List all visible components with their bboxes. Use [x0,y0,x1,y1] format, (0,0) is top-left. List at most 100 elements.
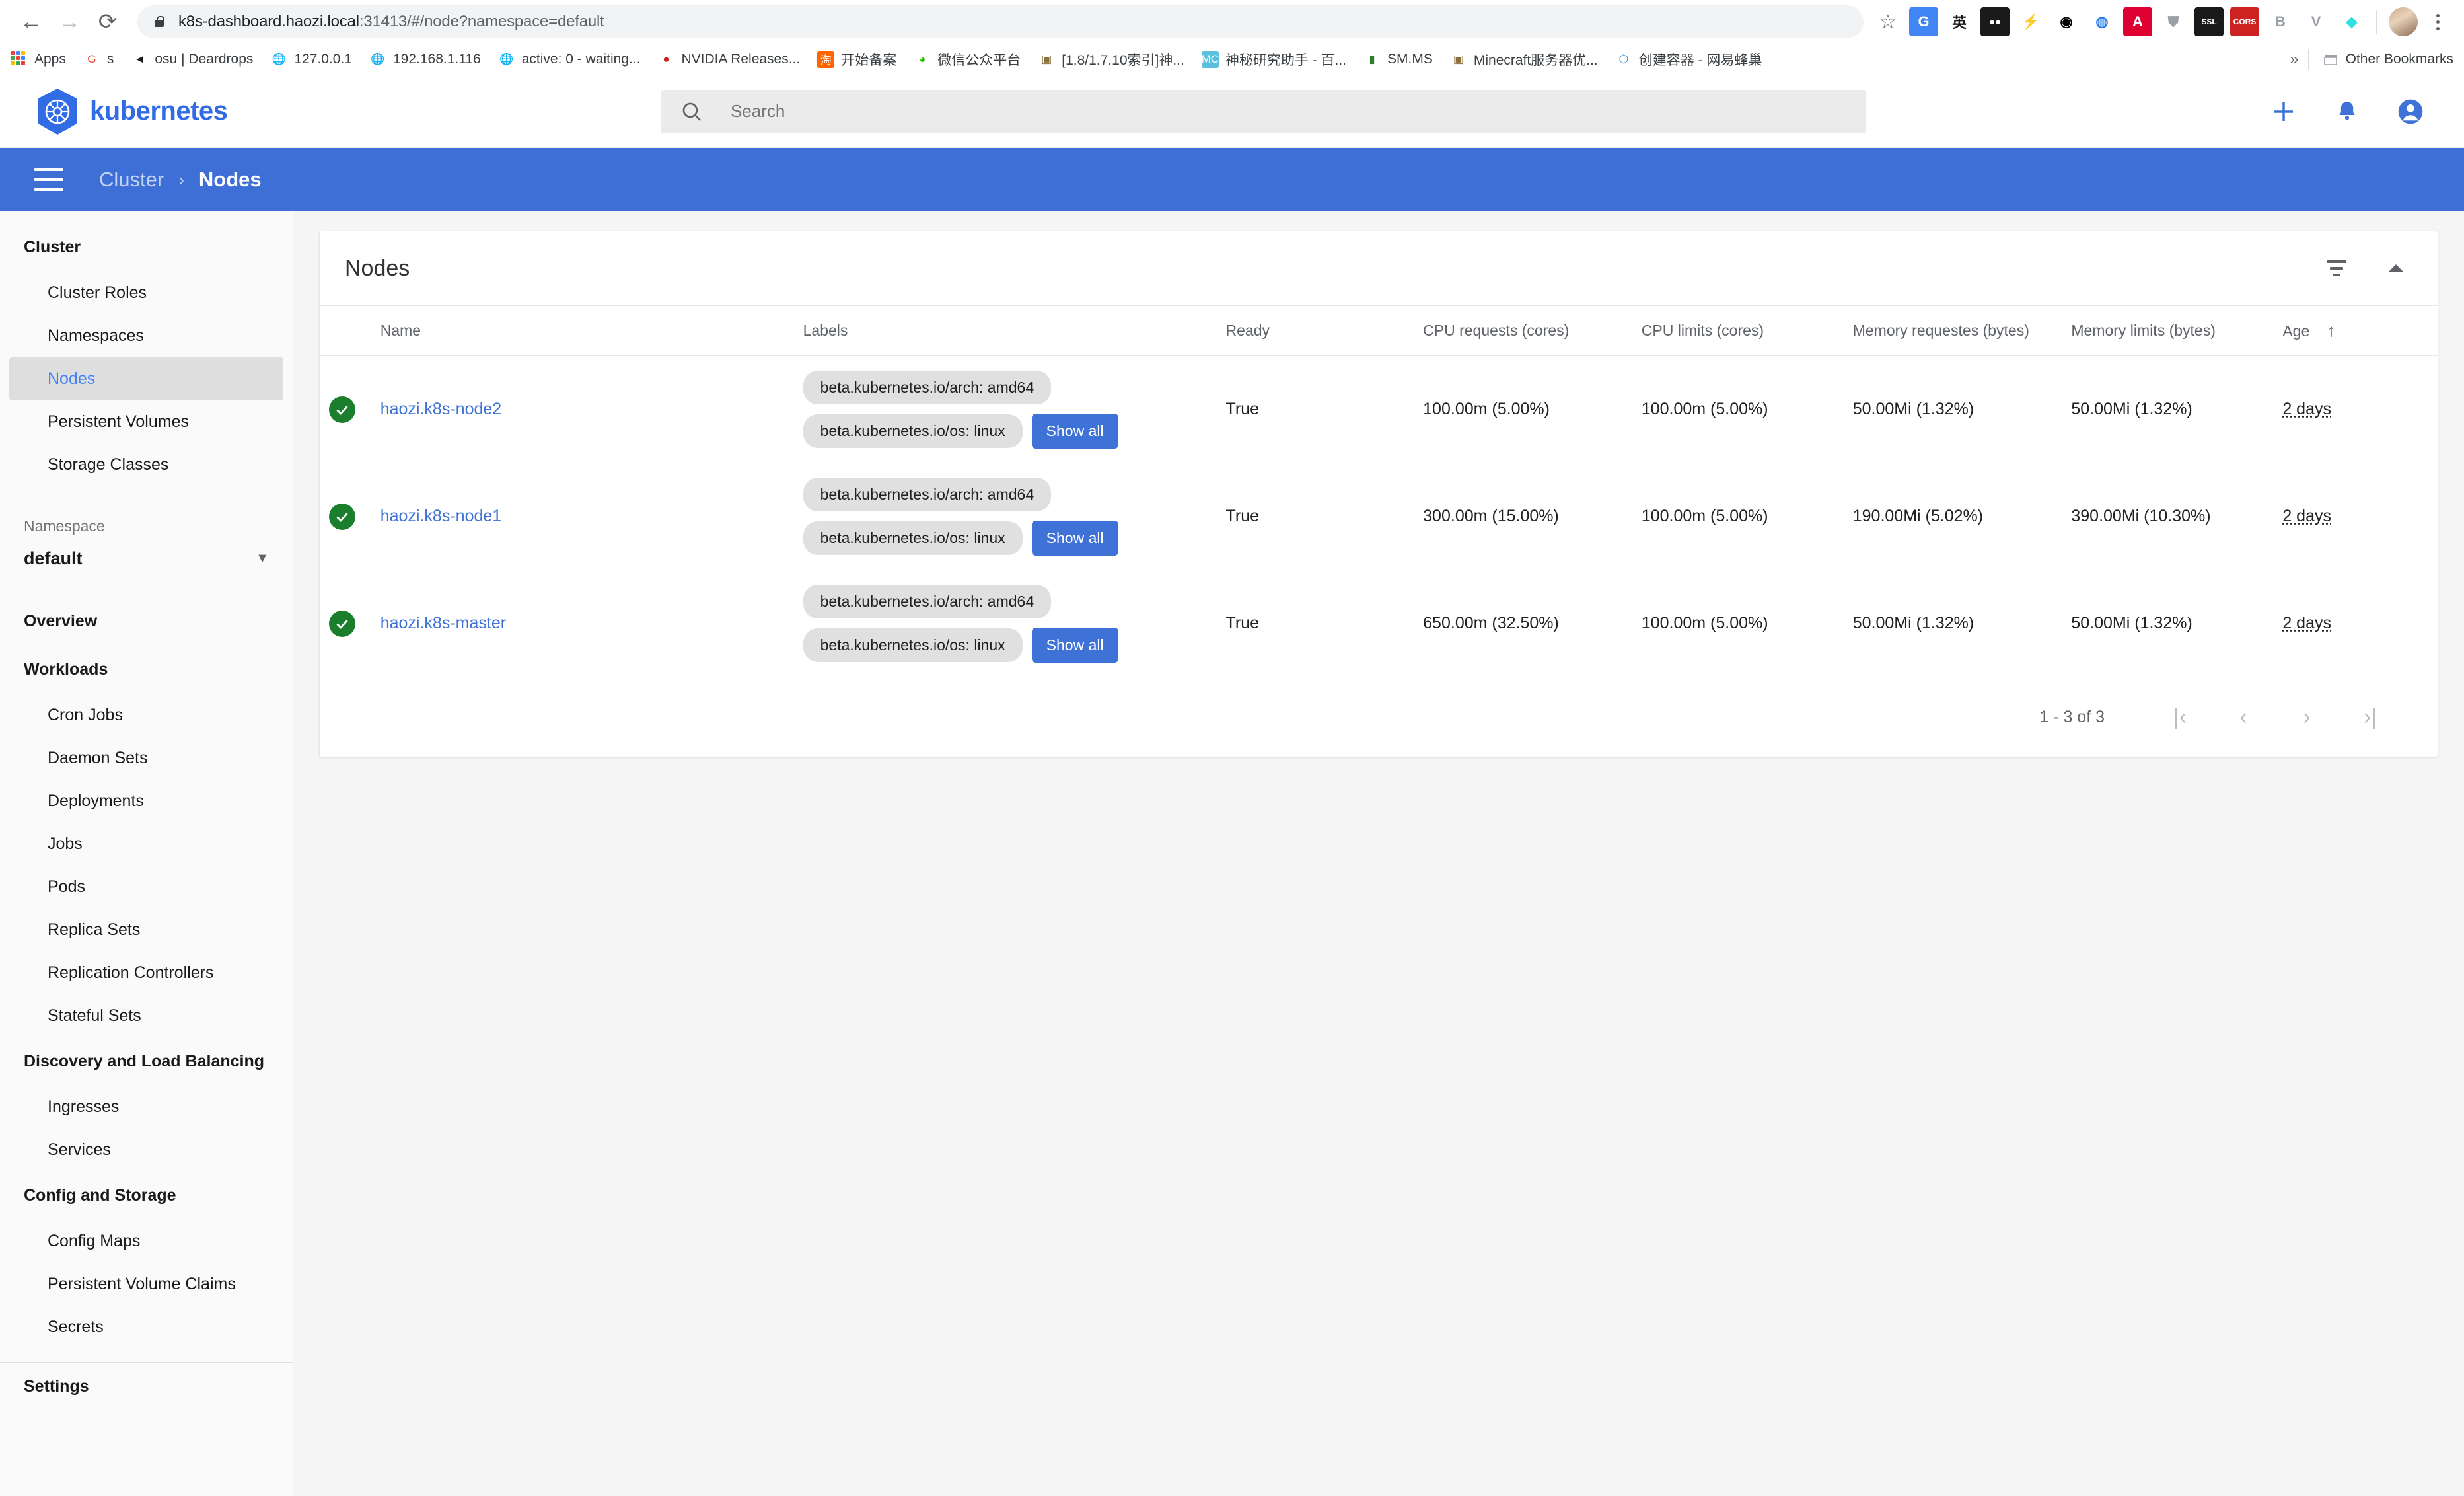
label-chip: beta.kubernetes.io/arch: amd64 [803,584,1052,618]
sidebar-item-persistent-volume-claims[interactable]: Persistent Volume Claims [9,1263,283,1306]
filter-icon[interactable] [2325,258,2348,278]
account-icon[interactable] [2395,96,2426,127]
bookmark-item[interactable]: MC 神秘研究助手 - 百... [1201,50,1346,69]
bookmark-item[interactable]: ▣ [1.8/1.7.10索引]神... [1038,50,1184,69]
bookmark-item[interactable]: 🌐 active: 0 - waiting... [498,51,640,68]
sidebar-item-ingresses[interactable]: Ingresses [9,1086,283,1129]
bookmark-item[interactable]: 🌐 127.0.0.1 [270,51,352,68]
sidebar-item-storage-classes[interactable]: Storage Classes [9,443,283,486]
column-cpu-limits[interactable]: CPU limits (cores) [1641,305,1853,356]
notifications-bell-icon[interactable] [2332,96,2362,127]
menu-toggle-icon[interactable] [34,168,63,191]
prev-page-button[interactable]: ‹ [2212,697,2275,737]
search-input[interactable] [731,101,1846,122]
bookmark-item[interactable]: ◕ 微信公众平台 [914,50,1021,69]
sidebar-item-replication-controllers[interactable]: Replication Controllers [9,952,283,994]
bookmark-item[interactable]: Apps [11,50,66,68]
table-row[interactable]: haozi.k8s-node1 beta.kubernetes.io/arch: … [320,463,2438,570]
google-translate-extension[interactable]: G [1909,7,1938,36]
sidebar-item-services[interactable]: Services [9,1129,283,1172]
sidebar-item-namespaces[interactable]: Namespaces [9,315,283,357]
status-ok-icon [329,503,355,530]
english-helper-extension[interactable]: 英 [1945,7,1974,36]
black-ring-extension[interactable]: ◉ [2052,7,2081,36]
vue-devtools-extension[interactable]: V [2301,7,2331,36]
column-memory-limits[interactable]: Memory limits (bytes) [2071,305,2283,356]
node-name-cell: haozi.k8s-node2 [380,355,803,463]
node-name-link[interactable]: haozi.k8s-node1 [380,507,501,525]
table-row[interactable]: haozi.k8s-node2 beta.kubernetes.io/arch: … [320,355,2438,463]
bookmark-star-icon[interactable]: ☆ [1870,4,1906,40]
last-page-button[interactable]: ›| [2338,697,2402,737]
bookmark-label: SM.MS [1387,51,1433,67]
column-memory-requests[interactable]: Memory requestes (bytes) [1852,305,2072,356]
chrome-menu-button[interactable] [2423,6,2452,38]
bitwarden-extension[interactable]: B [2266,7,2295,36]
sidebar-item-replica-sets[interactable]: Replica Sets [9,909,283,952]
cyan-diamond-extension[interactable]: ◆ [2337,7,2366,36]
forward-button[interactable]: → [50,3,89,41]
reload-button[interactable]: ⟳ [89,3,127,41]
sidebar-item-daemon-sets[interactable]: Daemon Sets [9,737,283,780]
create-button[interactable] [2268,96,2299,127]
bookmark-item[interactable]: ⬡ 创建容器 - 网易蜂巢 [1615,50,1762,69]
sidebar-item-stateful-sets[interactable]: Stateful Sets [9,994,283,1037]
show-all-button[interactable]: Show all [1031,520,1118,556]
namespace-label: Namespace [24,517,105,535]
bookmark-item[interactable]: ● NVIDIA Releases... [658,51,800,68]
global-search[interactable] [661,89,1866,133]
caret-up-icon[interactable] [2386,262,2406,275]
sidebar-item-cluster-roles[interactable]: Cluster Roles [9,272,283,315]
next-page-button[interactable]: › [2275,697,2338,737]
label-chip: beta.kubernetes.io/os: linux [803,414,1023,448]
column-age[interactable]: Age ↑ [2282,305,2438,356]
column-cpu-requests[interactable]: CPU requests (cores) [1423,305,1642,356]
bookmark-item[interactable]: ▣ Minecraft服务器优... [1450,50,1598,69]
nodes-table: Name Labels Ready CPU requests (cores) C… [320,305,2438,677]
node-name-link[interactable]: haozi.k8s-master [380,614,506,632]
angular-extension[interactable]: A [2123,7,2152,36]
lightning-extension[interactable]: ⚡ [2016,7,2045,36]
cors-extension[interactable]: CORS [2230,7,2259,36]
column-labels[interactable]: Labels [803,305,1226,356]
node-labels-cell: beta.kubernetes.io/arch: amd64 beta.kuber… [803,570,1226,677]
sidebar-item-nodes[interactable]: Nodes [9,357,283,400]
sidebar-item-deployments[interactable]: Deployments [9,780,283,823]
sidebar-item-settings[interactable]: Settings [0,1363,293,1411]
privacy-lock-extension[interactable]: ◍ [2087,7,2117,36]
ssl-off-extension[interactable]: SSL [2194,7,2224,36]
table-row[interactable]: haozi.k8s-master beta.kubernetes.io/arch:… [320,570,2438,677]
sidebar-item-overview[interactable]: Overview [0,597,293,646]
first-page-button[interactable]: |‹ [2148,697,2212,737]
show-all-button[interactable]: Show all [1031,413,1118,449]
column-ready[interactable]: Ready [1225,305,1424,356]
show-all-button[interactable]: Show all [1031,627,1118,663]
profile-avatar[interactable] [2389,7,2418,36]
bookmark-item[interactable]: 🌐 192.168.1.116 [369,51,480,68]
node-name-link[interactable]: haozi.k8s-node2 [380,400,501,418]
bookmark-item[interactable]: 淘开始备案 [817,50,896,69]
bookmark-item[interactable]: ▮ SM.MS [1363,51,1433,68]
back-button[interactable]: ← [12,3,50,41]
kubernetes-logo[interactable]: kubernetes [26,87,661,136]
sidebar-item-pods[interactable]: Pods [9,866,283,909]
sidebar-item-persistent-volumes[interactable]: Persistent Volumes [9,400,283,443]
label-row: beta.kubernetes.io/arch: amd64 [803,584,1052,618]
more-bookmarks-button[interactable]: » [2290,50,2298,69]
panda-extension[interactable]: ●● [1980,7,2010,36]
sidebar-item-jobs[interactable]: Jobs [9,823,283,866]
namespace-select[interactable]: default ▼ [0,542,293,583]
address-bar[interactable]: k8s-dashboard.haozi.local:31413/#/node?n… [137,5,1864,38]
labels-list: beta.kubernetes.io/arch: amd64 beta.kuber… [803,359,1226,461]
node-cpu-requests-cell: 300.00m (15.00%) [1423,463,1642,570]
bookmark-item[interactable]: ◄ osu | Deardrops [131,51,253,68]
shield-extension[interactable]: ⛊ [2159,7,2188,36]
other-bookmarks-label[interactable]: Other Bookmarks [2346,52,2453,67]
nodes-table-header: Name Labels Ready CPU requests (cores) C… [320,305,2438,356]
column-name[interactable]: Name [380,305,803,356]
sidebar-item-cron-jobs[interactable]: Cron Jobs [9,694,283,737]
breadcrumb-parent[interactable]: Cluster [99,168,164,192]
bookmark-item[interactable]: Gs [83,51,114,68]
sidebar-item-config-maps[interactable]: Config Maps [9,1220,283,1263]
sidebar-item-secrets[interactable]: Secrets [9,1306,283,1349]
